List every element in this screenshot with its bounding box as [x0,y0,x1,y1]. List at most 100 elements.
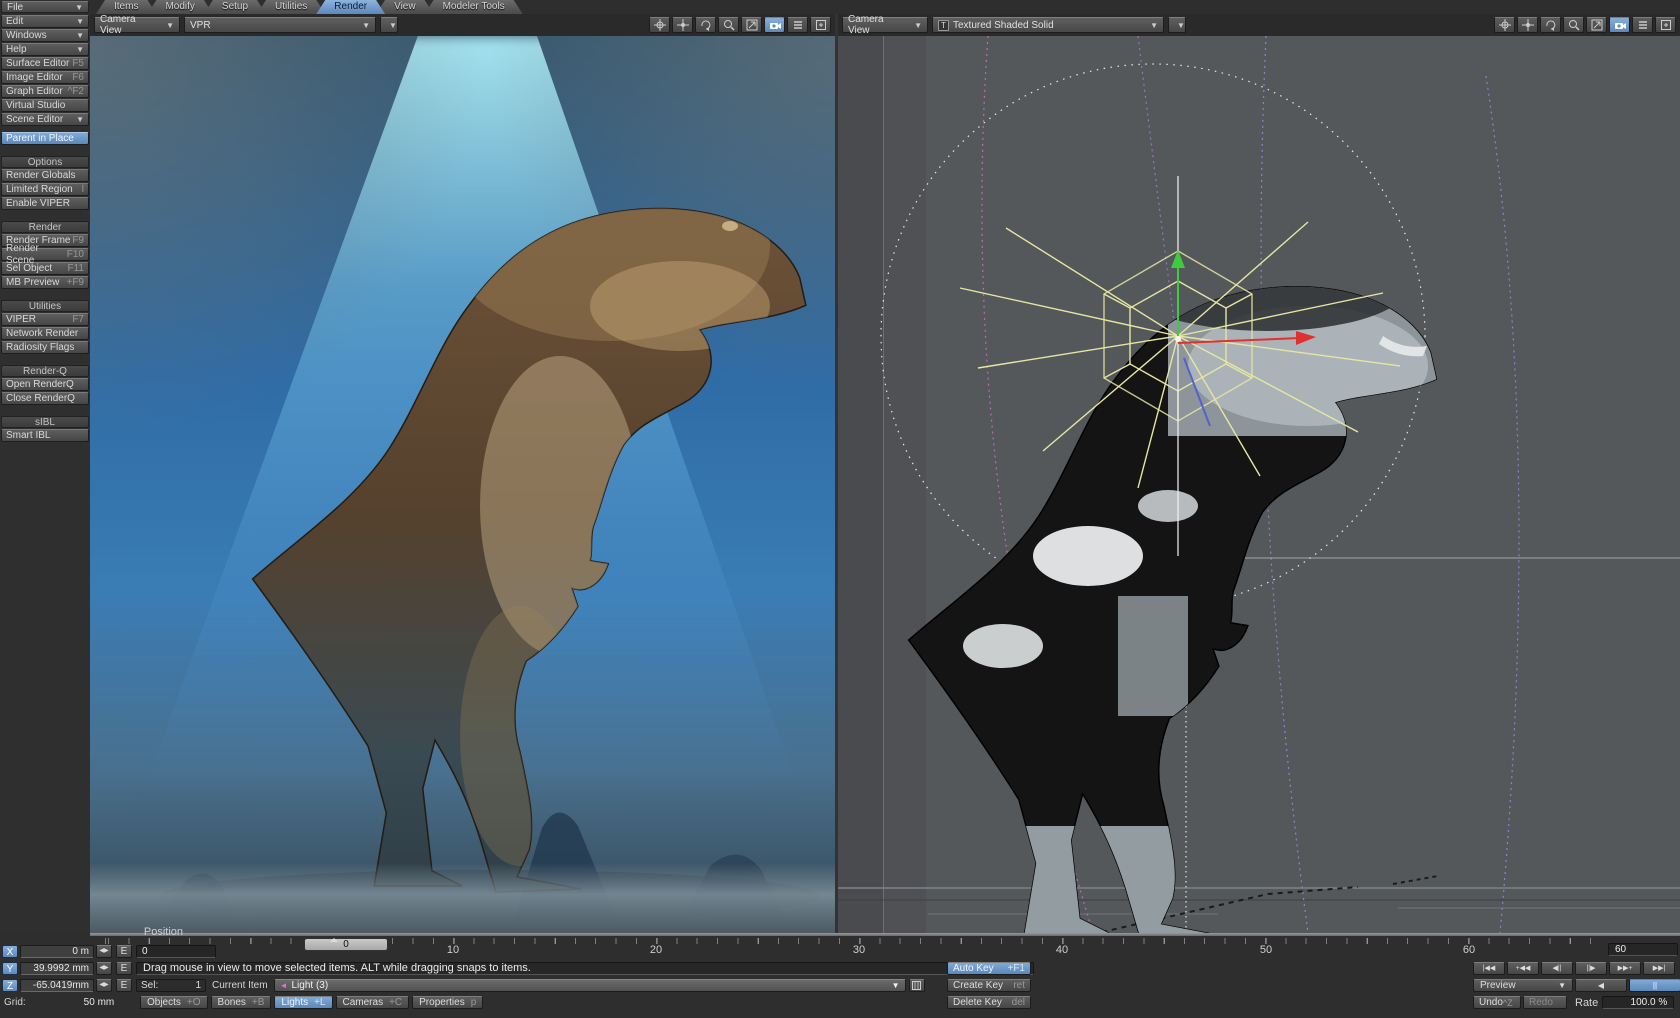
rate-label: Rate [1575,997,1598,1009]
surface-editor-button[interactable]: Surface EditorF5 [1,57,89,70]
virtual-studio-button[interactable]: Virtual Studio [1,99,89,112]
move-tool-icon[interactable] [649,17,670,33]
sel-object-button[interactable]: Sel ObjectF11 [1,262,89,275]
timeline-ruler[interactable]: Position 10 20 30 40 50 60 0 [95,938,1600,956]
frame-slider-handle[interactable]: 0 [304,938,388,951]
delete-key-button[interactable]: Delete Keydel [947,996,1031,1009]
viewport-right-header: Camera View▼ T Textured Shaded Solid▼ ▼ [838,14,1680,36]
go-to-end-button[interactable]: ▶▶| [1643,962,1675,975]
x-envelope-button[interactable]: E [116,945,132,958]
tab-setup[interactable]: Setup [204,0,266,14]
viper-button[interactable]: VIPERF7 [1,313,89,326]
image-editor-button[interactable]: Image EditorF6 [1,71,89,84]
tab-view[interactable]: View [376,0,434,14]
step-forward-button[interactable]: ||▶ [1575,962,1607,975]
radiosity-flags-button[interactable]: Radiosity Flags [1,341,89,354]
file-menu[interactable]: File ▼ [1,1,89,13]
pan-tool-icon[interactable] [672,17,693,33]
move-tool-icon[interactable] [1494,17,1515,33]
viewport-menu-icon[interactable] [1632,17,1653,33]
chevron-down-icon: ▼ [76,16,84,28]
x-nudge-arrows[interactable]: ◀▶ [96,945,112,958]
left-extra-dropdown[interactable]: ▼ [380,17,398,33]
chevron-down-icon: ▼ [75,3,83,12]
enable-viper-button[interactable]: Enable VIPER [1,197,89,210]
open-renderq-button[interactable]: Open RenderQ [1,378,89,391]
windows-menu[interactable]: Windows▼ [1,29,89,42]
y-envelope-button[interactable]: E [116,962,132,975]
tick-20: 20 [650,944,662,956]
vpr-render-canvas[interactable] [90,36,835,933]
properties-button[interactable]: Propertiesp [412,996,483,1009]
help-menu[interactable]: Help▼ [1,43,89,56]
parent-in-place-button[interactable]: Parent in Place [1,132,89,145]
left-render-mode-dropdown[interactable]: VPR▼ [184,17,376,33]
prev-keyframe-button[interactable]: +◀◀ [1507,962,1539,975]
scene-editor-button[interactable]: Scene Editor▼ [1,113,89,126]
maximize-viewport-icon[interactable] [1586,17,1607,33]
camera-view-icon[interactable] [1609,17,1630,33]
options-section-header: Options [1,156,89,168]
item-list-icon[interactable] [909,979,925,992]
next-keyframe-button[interactable]: ▶▶+ [1609,962,1641,975]
graph-editor-button[interactable]: Graph Editor^F2 [1,85,89,98]
tab-modeler-tools[interactable]: Modeler Tools [425,0,523,14]
viewport-menu-icon[interactable] [787,17,808,33]
smart-ibl-button[interactable]: Smart IBL [1,429,89,442]
limited-region-button[interactable]: Limited Regionl [1,183,89,196]
create-key-button[interactable]: Create Keyret [947,979,1031,992]
objects-mode-button[interactable]: Objects+O [140,996,208,1009]
pan-tool-icon[interactable] [1517,17,1538,33]
current-frame-field[interactable]: 0 [136,945,216,958]
z-envelope-button[interactable]: E [116,979,132,992]
current-item-dropdown[interactable]: ◄ Light (3) ▼ [274,979,906,992]
right-view-type-dropdown[interactable]: Camera View▼ [842,17,928,33]
network-render-button[interactable]: Network Render [1,327,89,340]
bones-mode-button[interactable]: Bones+B [211,996,272,1009]
maximize-viewport-icon[interactable] [741,17,762,33]
rotate-tool-icon[interactable] [695,17,716,33]
auto-key-button[interactable]: Auto Key+F1 [947,962,1031,975]
viewport-layout-icon[interactable] [810,17,831,33]
render-globals-button[interactable]: Render Globals [1,169,89,182]
cameras-mode-button[interactable]: Cameras+C [336,996,410,1009]
chevron-down-icon: ▼ [1150,21,1158,30]
z-position-field[interactable]: -65.0419mm [20,979,94,992]
y-nudge-arrows[interactable]: ◀▶ [96,962,112,975]
tab-utilities[interactable]: Utilities [257,0,325,14]
step-back-button[interactable]: ◀|| [1541,962,1573,975]
close-renderq-button[interactable]: Close RenderQ [1,392,89,405]
zoom-tool-icon[interactable] [718,17,739,33]
render-section-header: Render [1,221,89,233]
go-to-start-button[interactable]: |◀◀ [1473,962,1505,975]
right-render-mode-dropdown[interactable]: T Textured Shaded Solid▼ [932,17,1164,33]
play-backward-button[interactable]: ◀ [1575,979,1627,992]
tab-items[interactable]: Items [96,0,156,14]
render-scene-button[interactable]: Render SceneF10 [1,248,89,261]
shaded-view-canvas[interactable] [838,36,1680,933]
y-axis-badge[interactable]: Y [2,962,18,975]
rotate-tool-icon[interactable] [1540,17,1561,33]
mb-preview-button[interactable]: MB Preview+F9 [1,276,89,289]
viewport-layout-icon[interactable] [1655,17,1676,33]
rate-field[interactable]: 100.0 % [1602,996,1674,1009]
selection-count-field: Sel:1 [136,979,206,992]
z-axis-badge[interactable]: Z [2,979,18,992]
left-view-type-dropdown[interactable]: Camera View▼ [94,17,180,33]
z-nudge-arrows[interactable]: ◀▶ [96,979,112,992]
pause-button[interactable]: || [1629,979,1680,992]
camera-view-icon[interactable] [764,17,785,33]
x-axis-badge[interactable]: X [2,945,18,958]
preview-dropdown[interactable]: Preview▼ [1473,979,1573,992]
zoom-tool-icon[interactable] [1563,17,1584,33]
tab-render[interactable]: Render [316,0,385,14]
undo-button[interactable]: Undo^Z [1473,996,1521,1009]
right-extra-dropdown[interactable]: ▼ [1168,17,1186,33]
edit-menu[interactable]: Edit▼ [1,15,89,28]
y-position-field[interactable]: 39.9992 mm [20,962,94,975]
tab-modify[interactable]: Modify [147,0,212,14]
redo-button[interactable]: Redo [1523,996,1567,1009]
x-position-field[interactable]: 0 m [20,945,94,958]
end-frame-field[interactable]: 60 [1608,943,1678,956]
lights-mode-button[interactable]: Lights+L [274,996,332,1009]
